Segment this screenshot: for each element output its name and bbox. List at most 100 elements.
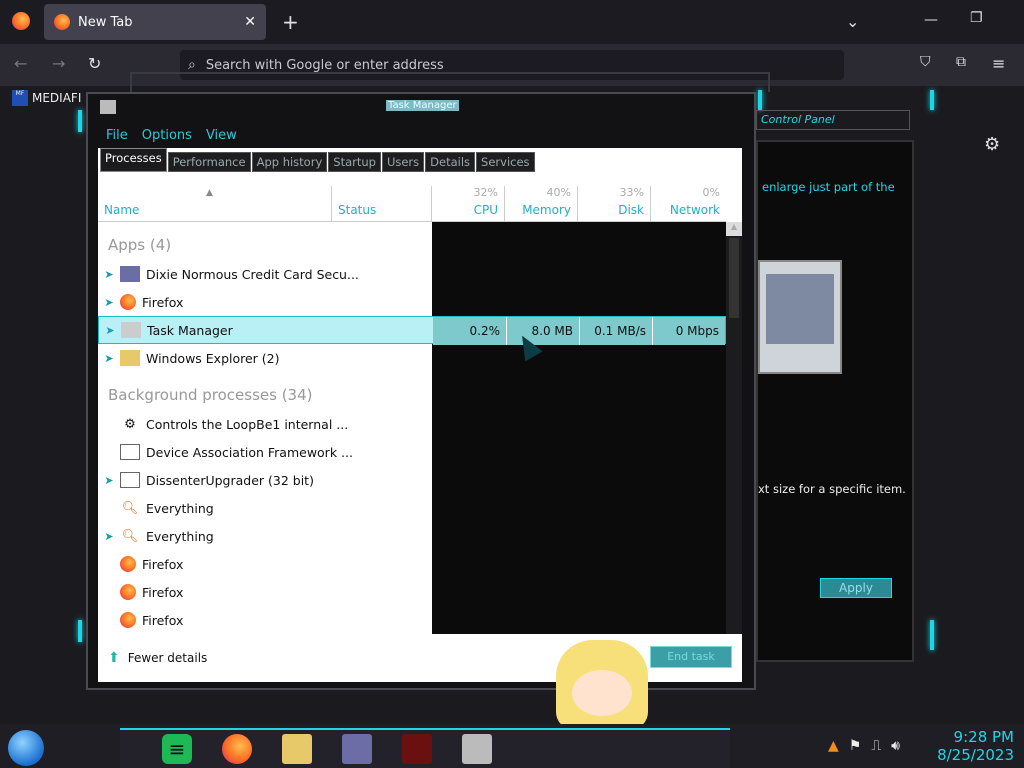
tab-app-history[interactable]: App history (251, 152, 328, 172)
firefox-icon (120, 556, 136, 572)
scroll-up-icon[interactable]: ▲ (726, 222, 742, 236)
menu-view[interactable]: View (206, 128, 237, 143)
col-memory[interactable]: 40% Memory (505, 186, 578, 221)
menu-options[interactable]: Options (142, 128, 192, 143)
chevron-down-icon[interactable]: ⌄ (846, 12, 859, 31)
mascot-sticker (556, 640, 648, 730)
firefox-taskbar-icon[interactable] (222, 734, 252, 764)
expand-arrow-icon[interactable]: ➤ (98, 352, 120, 365)
apply-button[interactable]: Apply (820, 578, 892, 598)
background-section-header: Background processes (34) (108, 386, 313, 404)
folder-icon (120, 350, 140, 366)
tab-users[interactable]: Users (381, 152, 425, 172)
col-network[interactable]: 0% Network (651, 186, 726, 221)
back-icon[interactable]: ← (14, 54, 27, 73)
tab-startup[interactable]: Startup (328, 152, 381, 172)
expand-arrow-icon[interactable]: ➤ (98, 268, 120, 281)
process-name: DissenterUpgrader (32 bit) (146, 472, 314, 488)
col-cpu[interactable]: 32% CPU (432, 186, 505, 221)
network-pct: 0% (702, 186, 720, 199)
process-row[interactable]: Firefox (98, 578, 726, 606)
hamburger-menu-icon[interactable]: ≡ (992, 54, 1005, 73)
restore-icon[interactable]: ❐ (970, 10, 983, 26)
extensions-icon[interactable]: ⧉ (956, 54, 966, 70)
arrow-up-icon: ⬆ (108, 650, 120, 666)
cpu-pct: 32% (473, 186, 498, 199)
minimize-icon[interactable]: — (924, 12, 938, 28)
fewer-details-label: Fewer details (127, 651, 208, 665)
expand-arrow-icon[interactable]: ➤ (98, 296, 120, 309)
frame-notch (930, 90, 934, 110)
tab-processes[interactable]: Processes (100, 148, 167, 172)
col-cpu-label: CPU (473, 203, 498, 217)
card-icon (120, 266, 140, 282)
process-row[interactable]: 🔍︎ Everything (98, 494, 726, 522)
memory-pct: 40% (546, 186, 571, 199)
col-name[interactable]: Name (98, 186, 332, 221)
task-manager-icon (121, 322, 141, 338)
col-disk-label: Disk (618, 203, 644, 217)
process-row[interactable]: Firefox (98, 606, 726, 634)
firefox-icon (120, 294, 136, 310)
col-network-label: Network (669, 203, 720, 217)
new-tab-plus-icon[interactable]: + (282, 10, 299, 34)
taskbar: ≡ ▲ ⚑ ⎍ 🔊︎ 9:28 PM 8/25/2023 (0, 724, 1024, 768)
reload-icon[interactable]: ↻ (88, 54, 101, 73)
settings-gear-icon[interactable]: ⚙ (984, 134, 1000, 155)
col-memory-label: Memory (522, 203, 571, 217)
disk-value: 0.1 MB/s (579, 317, 652, 345)
process-row[interactable]: ➤ DissenterUpgrader (32 bit) (98, 466, 726, 494)
tab-performance[interactable]: Performance (167, 152, 251, 172)
end-task-button[interactable]: End task (650, 646, 732, 668)
process-row[interactable]: ⚙ Controls the LoopBe1 internal ... (98, 410, 726, 438)
process-name: Firefox (142, 294, 184, 310)
task-manager-taskbar-icon[interactable] (462, 734, 492, 764)
volume-icon[interactable]: 🔊︎ (891, 738, 900, 754)
process-name: Windows Explorer (2) (146, 350, 280, 366)
file-explorer-icon[interactable] (282, 734, 312, 764)
game-app-icon[interactable] (402, 734, 432, 764)
tab-details[interactable]: Details (425, 152, 476, 172)
network-icon[interactable]: ⎍ (871, 738, 881, 754)
network-value: 0 Mbps (652, 317, 725, 345)
menu-file[interactable]: File (106, 128, 128, 143)
col-status-label: Status (338, 203, 377, 217)
process-row-selected[interactable]: ➤ Task Manager 0.2% 8.0 MB 0.1 MB/s 0 Mb… (98, 316, 726, 345)
flag-icon[interactable]: ⚑ (849, 738, 862, 754)
clock[interactable]: 9:28 PM 8/25/2023 (934, 728, 1014, 764)
process-row[interactable]: Firefox (98, 550, 726, 578)
process-row[interactable]: ➤ Windows Explorer (2) (98, 344, 726, 372)
tab-services[interactable]: Services (476, 152, 535, 172)
window-icon (120, 444, 140, 460)
process-name: Device Association Framework ... (146, 444, 353, 460)
cpu-value: 0.2% (433, 317, 506, 345)
card-app-icon[interactable] (342, 734, 372, 764)
col-status[interactable]: Status (332, 186, 432, 221)
process-row[interactable]: ➤ 🔍︎ Everything (98, 522, 726, 550)
mediafire-icon: MF (12, 90, 28, 106)
pocket-icon[interactable]: ⛉ (920, 54, 931, 70)
start-orb-icon[interactable] (8, 730, 44, 766)
vertical-scrollbar[interactable]: ▲ (726, 222, 742, 634)
system-tray: ▲ ⚑ ⎍ 🔊︎ (828, 738, 900, 754)
expand-arrow-icon[interactable]: ➤ (98, 530, 120, 543)
close-tab-icon[interactable]: ✕ (244, 14, 256, 30)
process-row[interactable]: ➤ Firefox (98, 288, 726, 316)
tray-app-icon[interactable]: ▲ (828, 738, 839, 754)
disk-pct: 33% (619, 186, 644, 199)
forward-icon[interactable]: → (52, 54, 65, 73)
tab-new-tab[interactable]: New Tab ✕ (44, 4, 266, 40)
process-row[interactable]: ➤ Dixie Normous Credit Card Secu... (98, 260, 726, 288)
clock-date: 8/25/2023 (937, 746, 1014, 764)
col-disk[interactable]: 33% Disk (578, 186, 651, 221)
fewer-details-button[interactable]: ⬆ Fewer details (108, 650, 207, 666)
firefox-menu-icon[interactable] (12, 12, 30, 30)
expand-arrow-icon[interactable]: ➤ (98, 474, 120, 487)
scroll-thumb[interactable] (729, 238, 739, 318)
task-manager-icon (100, 100, 116, 114)
bookmark-mediafire[interactable]: MF MEDIAFI (12, 90, 81, 106)
process-row[interactable]: Device Association Framework ... (98, 438, 726, 466)
firefox-icon (120, 612, 136, 628)
expand-arrow-icon[interactable]: ➤ (99, 324, 121, 337)
notes-app-icon[interactable]: ≡ (162, 734, 192, 764)
